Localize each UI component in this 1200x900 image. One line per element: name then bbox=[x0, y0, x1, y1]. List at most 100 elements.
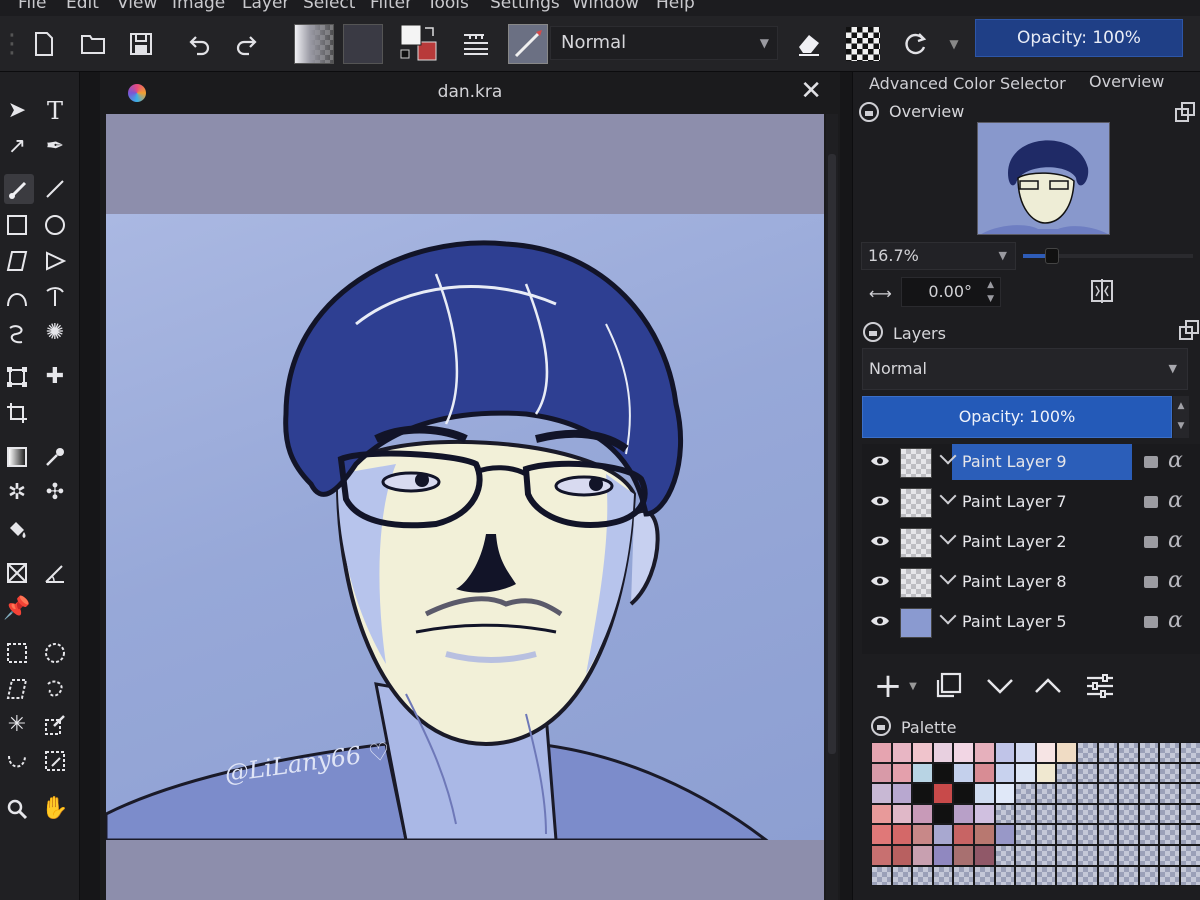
calligraphy-icon[interactable]: ✒ bbox=[40, 132, 70, 162]
palette-swatch[interactable] bbox=[1056, 803, 1077, 825]
layer-row[interactable]: Paint Layer 8 α bbox=[862, 564, 1200, 604]
palette-swatch[interactable] bbox=[1159, 803, 1180, 825]
palette-swatch[interactable] bbox=[912, 783, 933, 804]
save-icon[interactable] bbox=[124, 26, 158, 62]
palette-swatch[interactable] bbox=[1076, 762, 1098, 784]
palette-swatch[interactable] bbox=[1138, 824, 1160, 845]
palette-swatch[interactable] bbox=[1138, 803, 1160, 825]
palette-swatch[interactable] bbox=[871, 762, 892, 784]
move-layer-down-icon[interactable] bbox=[983, 666, 1017, 706]
freehand-brush-icon[interactable] bbox=[4, 174, 34, 204]
palette-swatch[interactable] bbox=[912, 865, 933, 887]
palette-swatch[interactable] bbox=[1076, 824, 1098, 845]
palette-swatch[interactable] bbox=[891, 762, 913, 784]
chevron-down-icon[interactable]: ▼ bbox=[905, 666, 921, 706]
opacity-slider[interactable]: Opacity: 100% bbox=[975, 19, 1183, 57]
palette-swatch[interactable] bbox=[871, 803, 892, 825]
menu-help[interactable]: Help bbox=[656, 0, 695, 13]
scrollbar-thumb[interactable] bbox=[828, 154, 836, 754]
gradient-tool-icon[interactable] bbox=[2, 442, 32, 472]
palette-swatch[interactable] bbox=[994, 865, 1016, 887]
palette-swatch[interactable] bbox=[1118, 844, 1139, 866]
palette-swatch[interactable] bbox=[1097, 803, 1119, 825]
palette-swatch[interactable] bbox=[1179, 783, 1200, 804]
layer-row[interactable]: Paint Layer 9 α bbox=[862, 444, 1200, 484]
palette-swatch[interactable] bbox=[1118, 783, 1139, 804]
palette-swatch[interactable] bbox=[912, 824, 933, 845]
palette-swatch[interactable] bbox=[1035, 865, 1057, 887]
menu-tools[interactable]: Tools bbox=[427, 0, 469, 13]
palette-swatch[interactable] bbox=[994, 844, 1016, 866]
pattern-preset-icon[interactable] bbox=[343, 24, 383, 64]
rotation-spinbox[interactable]: 0.00° ▲ ▼ bbox=[901, 277, 1001, 307]
alpha-lock-icon[interactable]: α bbox=[1168, 488, 1183, 513]
layer-row[interactable]: Paint Layer 5 α bbox=[862, 604, 1200, 644]
palette-swatch[interactable] bbox=[912, 762, 933, 784]
overview-thumbnail[interactable] bbox=[977, 122, 1110, 235]
eye-icon[interactable] bbox=[870, 494, 890, 508]
palette-swatch[interactable] bbox=[953, 783, 974, 804]
palette-swatch[interactable] bbox=[1179, 762, 1200, 784]
freehand-select-icon[interactable] bbox=[40, 674, 70, 704]
lock-icon[interactable] bbox=[1144, 456, 1158, 468]
palette-swatch[interactable] bbox=[1035, 803, 1057, 825]
palette-swatch[interactable] bbox=[891, 844, 913, 866]
palette-swatch[interactable] bbox=[994, 803, 1016, 825]
palette-swatch[interactable] bbox=[1015, 762, 1036, 784]
palette-swatch[interactable] bbox=[1035, 824, 1057, 845]
menu-window[interactable]: Window bbox=[572, 0, 639, 13]
palette-swatch[interactable] bbox=[994, 824, 1016, 845]
palette-swatch[interactable] bbox=[973, 824, 995, 845]
palette-swatch[interactable] bbox=[1097, 824, 1119, 845]
lock-icon[interactable] bbox=[1144, 536, 1158, 548]
palette-swatch[interactable] bbox=[1179, 803, 1200, 825]
artwork-image[interactable]: @LiLany66 ♡ bbox=[106, 214, 824, 840]
canvas-scrollbar[interactable] bbox=[826, 114, 838, 900]
menu-layer[interactable]: Layer bbox=[242, 0, 289, 13]
palette-swatch[interactable] bbox=[1159, 783, 1180, 804]
palette-swatch[interactable] bbox=[973, 742, 995, 763]
palette-swatch[interactable] bbox=[1159, 742, 1180, 763]
perspective-grid-icon[interactable] bbox=[2, 558, 32, 588]
eye-icon[interactable] bbox=[870, 574, 890, 588]
palette-swatch[interactable] bbox=[1056, 742, 1077, 763]
palette-swatch[interactable] bbox=[1179, 844, 1200, 866]
alpha-lock-icon[interactable]: α bbox=[1168, 448, 1183, 473]
preserve-alpha-icon[interactable] bbox=[846, 27, 880, 61]
layer-opacity-slider[interactable]: Opacity: 100% bbox=[862, 396, 1172, 438]
eraser-icon[interactable] bbox=[792, 26, 826, 62]
palette-swatch[interactable] bbox=[932, 783, 954, 804]
palette-swatch[interactable] bbox=[1138, 865, 1160, 887]
palette-swatch[interactable] bbox=[1138, 783, 1160, 804]
palette-swatch[interactable] bbox=[953, 865, 974, 887]
palette-swatch[interactable] bbox=[1097, 865, 1119, 887]
palette-swatch[interactable] bbox=[871, 742, 892, 763]
palette-swatch[interactable] bbox=[932, 803, 954, 825]
eye-icon[interactable] bbox=[870, 454, 890, 468]
lock-icon[interactable] bbox=[1144, 576, 1158, 588]
palette-swatch[interactable] bbox=[1076, 742, 1098, 763]
palette-swatch[interactable] bbox=[973, 865, 995, 887]
palette-swatch[interactable] bbox=[932, 762, 954, 784]
palette-swatch[interactable] bbox=[973, 803, 995, 825]
palette-swatch[interactable] bbox=[1118, 762, 1139, 784]
palette-swatch[interactable] bbox=[1118, 742, 1139, 763]
palette-swatch[interactable] bbox=[1015, 824, 1036, 845]
lock-icon[interactable] bbox=[1144, 616, 1158, 628]
palette-swatch[interactable] bbox=[1056, 762, 1077, 784]
rectangle-tool-icon[interactable] bbox=[2, 210, 32, 240]
text-tool-icon[interactable]: T bbox=[40, 96, 70, 126]
multibrush-icon[interactable]: ✺ bbox=[40, 318, 70, 348]
float-panel-icon[interactable] bbox=[1179, 320, 1199, 340]
palette-swatch[interactable] bbox=[891, 865, 913, 887]
palette-swatch[interactable] bbox=[1076, 844, 1098, 866]
zoom-select[interactable]: 16.7% ▼ bbox=[861, 242, 1016, 270]
palette-swatch[interactable] bbox=[1159, 762, 1180, 784]
palette-swatch[interactable] bbox=[912, 742, 933, 763]
magnetic-select-icon[interactable] bbox=[40, 746, 70, 776]
palette-swatch[interactable] bbox=[1015, 844, 1036, 866]
eye-icon[interactable] bbox=[870, 614, 890, 628]
palette-swatch[interactable] bbox=[912, 844, 933, 866]
measure-tool-icon[interactable] bbox=[40, 558, 70, 588]
palette-swatch[interactable] bbox=[953, 742, 974, 763]
